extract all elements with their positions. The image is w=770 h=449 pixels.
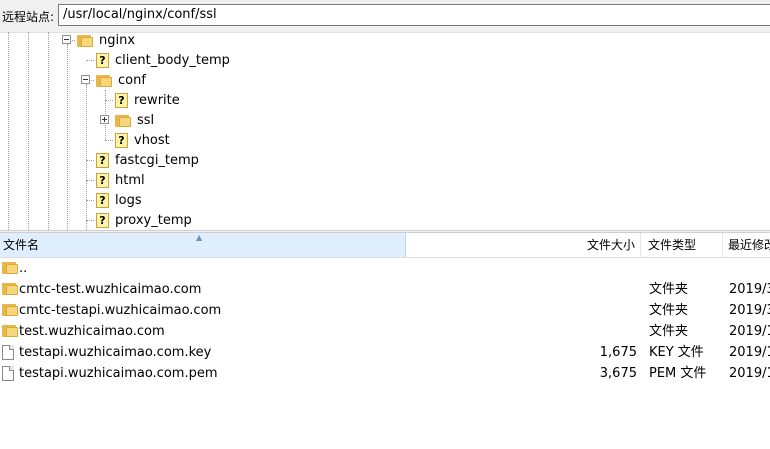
tree-node-rewrite[interactable]: ? rewrite: [115, 90, 180, 110]
column-header-size[interactable]: 文件大小: [406, 233, 641, 257]
tree-guide-line: [105, 100, 113, 101]
unknown-folder-icon: ?: [115, 92, 128, 108]
file-size: 3,675: [599, 366, 637, 381]
collapse-toggle-icon[interactable]: [62, 35, 71, 44]
file-list-header: 文件名 ▲ 文件大小 文件类型 最近修改: [0, 233, 770, 258]
file-row[interactable]: cmtc-test.wuzhicaimao.com 文件夹 2019/3/: [0, 279, 770, 300]
file-type: PEM 文件: [649, 366, 707, 381]
tree-node-label: proxy_temp: [115, 212, 192, 228]
file-row[interactable]: testapi.wuzhicaimao.com.pem 3,675 PEM 文件…: [0, 363, 770, 384]
folder-icon: [2, 324, 18, 337]
remote-site-label: 远程站点:: [2, 10, 55, 24]
file-name: cmtc-test.wuzhicaimao.com: [19, 282, 202, 297]
tree-node-label: fastcgi_temp: [115, 152, 199, 168]
file-name: testapi.wuzhicaimao.com.key: [19, 345, 212, 360]
tree-node-ssl[interactable]: ssl: [115, 110, 154, 130]
file-icon: [2, 345, 14, 360]
tree-guide-line: [86, 220, 94, 221]
tree-guide-line: [86, 180, 94, 181]
file-name: testapi.wuzhicaimao.com.pem: [19, 366, 218, 381]
tree-node-conf[interactable]: conf: [96, 70, 146, 90]
tree-node-label: logs: [115, 192, 142, 208]
file-size: 1,675: [599, 345, 637, 360]
file-modified: 2019/3/: [729, 282, 770, 297]
tree-node-logs[interactable]: ? logs: [96, 190, 142, 210]
file-row-parent-dir[interactable]: ..: [0, 258, 770, 279]
remote-path-input[interactable]: /usr/local/nginx/conf/ssl: [58, 4, 770, 26]
tree-node-proxy-temp[interactable]: ? proxy_temp: [96, 210, 192, 230]
tree-node-label: html: [115, 172, 145, 188]
tree-guide-line: [67, 44, 68, 230]
file-type: 文件夹: [649, 282, 689, 297]
tree-node-client-body-temp[interactable]: ? client_body_temp: [96, 50, 230, 70]
expand-toggle-icon[interactable]: [100, 115, 109, 124]
file-type: KEY 文件: [649, 345, 704, 360]
remote-site-bar: 远程站点: /usr/local/nginx/conf/ssl: [0, 0, 770, 33]
folder-open-icon: [96, 74, 112, 87]
tree-node-label: client_body_temp: [115, 52, 230, 68]
column-header-name[interactable]: 文件名 ▲: [0, 233, 406, 257]
tree-node-label: rewrite: [134, 92, 180, 108]
folder-icon: [115, 114, 131, 127]
folder-icon: [2, 303, 18, 316]
file-icon: [2, 366, 14, 381]
tree-guide-line: [105, 140, 113, 141]
tree-guide-line: [28, 32, 29, 230]
file-row[interactable]: testapi.wuzhicaimao.com.key 1,675 KEY 文件…: [0, 342, 770, 363]
collapse-toggle-icon[interactable]: [81, 75, 90, 84]
folder-icon: [2, 282, 18, 295]
unknown-folder-icon: ?: [96, 212, 109, 228]
file-modified: 2019/10: [729, 324, 770, 339]
unknown-folder-icon: ?: [96, 52, 109, 68]
unknown-folder-icon: ?: [115, 132, 128, 148]
tree-node-label: vhost: [134, 132, 170, 148]
tree-node-nginx[interactable]: nginx: [77, 32, 135, 50]
tree-guide-line: [8, 32, 9, 230]
tree-node-label: conf: [118, 72, 146, 88]
tree-guide-line: [86, 60, 94, 61]
file-modified: 2019/10: [729, 366, 770, 381]
tree-node-fastcgi-temp[interactable]: ? fastcgi_temp: [96, 150, 199, 170]
folder-icon: [2, 261, 18, 274]
column-header-modified[interactable]: 最近修改: [723, 233, 770, 257]
tree-node-label: ssl: [137, 112, 155, 128]
sort-ascending-icon: ▲: [196, 233, 203, 242]
file-type: 文件夹: [649, 303, 689, 318]
file-type: 文件夹: [649, 324, 689, 339]
remote-directory-tree: nginx ? client_body_temp conf ? rewrite …: [0, 32, 770, 230]
column-header-label: 文件名: [3, 238, 40, 252]
file-row[interactable]: cmtc-testapi.wuzhicaimao.com 文件夹 2019/3/: [0, 300, 770, 321]
file-name: test.wuzhicaimao.com: [19, 324, 165, 339]
file-row[interactable]: test.wuzhicaimao.com 文件夹 2019/10: [0, 321, 770, 342]
file-modified: 2019/3/: [729, 303, 770, 318]
tree-guide-line: [86, 200, 94, 201]
tree-guide-line: [86, 160, 94, 161]
tree-node-vhost[interactable]: ? vhost: [115, 130, 170, 150]
tree-node-label: nginx: [99, 32, 136, 48]
unknown-folder-icon: ?: [96, 152, 109, 168]
tree-guide-line: [48, 32, 49, 230]
file-modified: 2019/10: [729, 345, 770, 360]
unknown-folder-icon: ?: [96, 172, 109, 188]
folder-open-icon: [77, 34, 93, 47]
file-name: cmtc-testapi.wuzhicaimao.com: [19, 303, 222, 318]
tree-guide-line: [86, 84, 87, 230]
unknown-folder-icon: ?: [96, 192, 109, 208]
column-header-type[interactable]: 文件类型: [641, 233, 723, 257]
tree-node-html[interactable]: ? html: [96, 170, 145, 190]
file-name: ..: [19, 261, 28, 276]
